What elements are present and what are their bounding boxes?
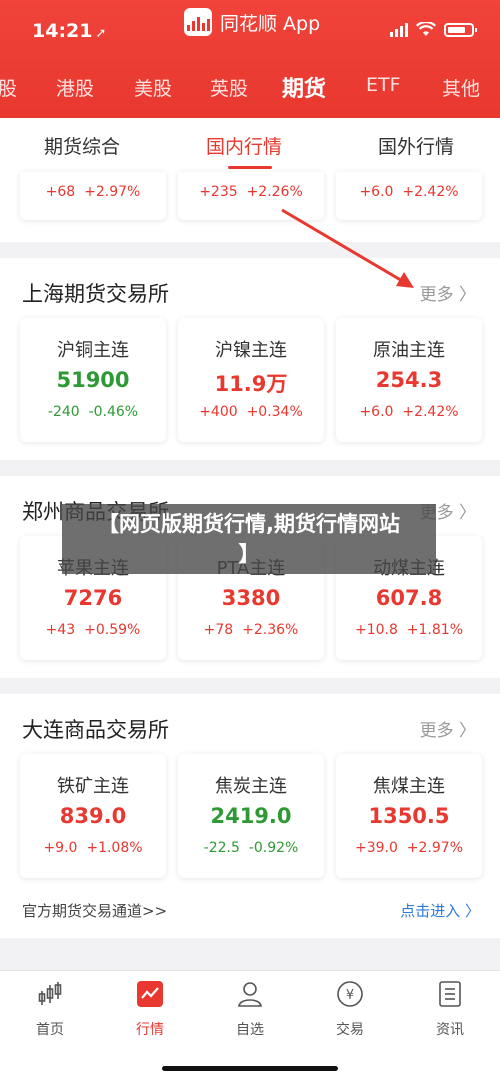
home-indicator	[162, 1066, 338, 1071]
banner-line-1: 【网页版期货行情,期货行情网站	[98, 512, 400, 536]
banner-line-2: 】	[238, 542, 260, 566]
tab-label: 首页	[36, 1022, 64, 1038]
person-icon	[238, 982, 262, 1007]
tab-label: 自选	[236, 1022, 264, 1038]
tab-label: 交易	[336, 1022, 364, 1038]
news-icon	[439, 981, 461, 1007]
tab-watchlist[interactable]: 自选	[220, 979, 280, 1039]
chart-icon	[137, 981, 163, 1007]
bottom-tab-bar: 首页 行情 自选 ¥ 交易 资讯	[0, 970, 500, 1081]
tab-trade[interactable]: ¥ 交易	[320, 979, 380, 1039]
overlay-banner: 【网页版期货行情,期货行情网站 】	[62, 504, 436, 574]
svg-text:¥: ¥	[346, 988, 354, 1003]
tab-home[interactable]: 首页	[20, 979, 80, 1039]
tab-label: 行情	[136, 1022, 164, 1038]
tab-label: 资讯	[436, 1022, 464, 1038]
yen-icon: ¥	[337, 981, 363, 1007]
tab-news[interactable]: 资讯	[420, 979, 480, 1039]
tab-market[interactable]: 行情	[120, 979, 180, 1039]
candlestick-icon	[38, 982, 62, 1005]
